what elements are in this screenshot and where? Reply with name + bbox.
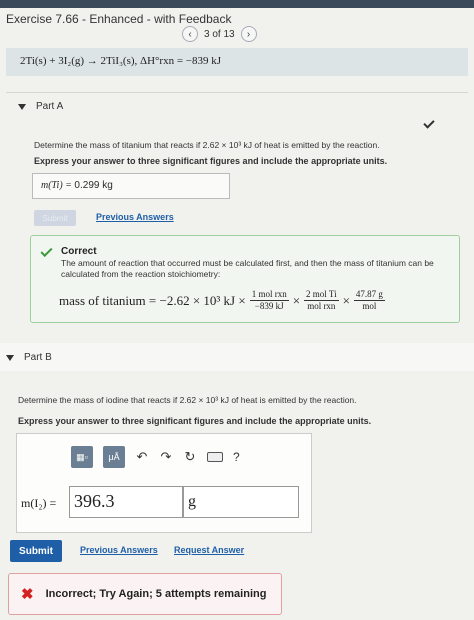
fraction-2: 2 mol Ti mol rxn (304, 289, 339, 312)
correct-feedback: Correct The amount of reaction that occu… (30, 235, 460, 323)
editor-toolbar: ▦▫ μÅ ↶ ↷ ↻ ? (71, 446, 240, 468)
part-a-instruction: Express your answer to three significant… (34, 156, 388, 166)
answer-value: 0.299 kg (74, 180, 113, 191)
units-button[interactable]: μÅ (103, 446, 125, 468)
part-a-header[interactable]: Part A (18, 101, 63, 112)
collapse-triangle-icon (18, 103, 26, 110)
feedback-heading: Correct (61, 246, 97, 257)
part-b-question: Determine the mass of iodine that reacts… (18, 395, 357, 405)
submit-button-disabled: Submit (34, 210, 76, 226)
previous-answers-link[interactable]: Previous Answers (80, 545, 158, 555)
part-b-header-bar (0, 343, 474, 371)
help-icon[interactable]: ? (233, 450, 240, 464)
collapse-triangle-icon (6, 354, 14, 361)
fraction-3-denominator: mol (362, 301, 377, 311)
pagination: ‹ 3 of 13 › (182, 26, 257, 42)
previous-answers-link[interactable]: Previous Answers (96, 212, 174, 222)
part-a-question: Determine the mass of titanium that reac… (34, 140, 380, 150)
undo-icon[interactable]: ↶ (135, 449, 149, 465)
fraction-2-denominator: mol rxn (307, 301, 336, 311)
check-icon (423, 117, 435, 129)
answer-editor: ▦▫ μÅ ↶ ↷ ↻ ? m(I₂) = 396.3 g (16, 433, 312, 533)
template-icon[interactable]: ▦▫ (71, 446, 93, 468)
solution-equation: mass of titanium = −2.62 × 10³ kJ × 1 mo… (59, 289, 385, 312)
fraction-1-numerator: 1 mol rxn (249, 289, 289, 301)
part-b-instruction: Express your answer to three significant… (18, 416, 372, 426)
next-icon[interactable]: › (240, 26, 257, 42)
reaction-bar: 2Ti(s) + 3I₂(g) → 2TiI₃(s), ΔH°rxn = −83… (6, 48, 468, 76)
part-a-label: Part A (36, 101, 64, 112)
correct-check-icon (40, 244, 53, 258)
value-input[interactable]: 396.3 (69, 486, 183, 518)
incorrect-text: Incorrect; Try Again; 5 attempts remaini… (45, 588, 267, 600)
keyboard-icon[interactable] (207, 452, 223, 462)
reaction-equation: 2Ti(s) + 3I₂(g) → 2TiI₃(s), ΔH°rxn = −83… (20, 55, 222, 67)
pager-text: 3 of 13 (204, 28, 235, 40)
page-title: Exercise 7.66 - Enhanced - with Feedback (6, 12, 232, 26)
fraction-3-numerator: 47.87 g (353, 289, 385, 301)
part-b-label: Part B (24, 352, 52, 363)
unit-input[interactable]: g (183, 486, 299, 518)
reset-icon[interactable]: ↻ (183, 449, 197, 465)
submit-button[interactable]: Submit (10, 540, 62, 562)
equation-lhs: mass of titanium = −2.62 × 10³ kJ × (59, 292, 246, 308)
incorrect-feedback: ✖ Incorrect; Try Again; 5 attempts remai… (8, 573, 282, 615)
top-strip (0, 0, 474, 8)
part-b-header[interactable]: Part B (6, 352, 52, 363)
times-sign: × (292, 292, 301, 308)
fraction-1: 1 mol rxn −839 kJ (249, 289, 289, 312)
request-answer-link[interactable]: Request Answer (174, 545, 244, 555)
answer-label: m(Ti) = (41, 180, 75, 191)
answer-label: m(I₂) = (21, 496, 57, 510)
part-a-answer: m(Ti) = 0.299 kg (32, 173, 230, 199)
feedback-text: The amount of reaction that occurred mus… (61, 258, 434, 279)
redo-icon[interactable]: ↷ (159, 449, 173, 465)
fraction-1-denominator: −839 kJ (254, 301, 284, 311)
divider (6, 92, 468, 93)
prev-icon[interactable]: ‹ (182, 26, 198, 42)
fraction-2-numerator: 2 mol Ti (304, 289, 339, 301)
fraction-3: 47.87 g mol (353, 289, 385, 312)
x-icon: ✖ (21, 586, 34, 603)
times-sign: × (342, 292, 350, 308)
